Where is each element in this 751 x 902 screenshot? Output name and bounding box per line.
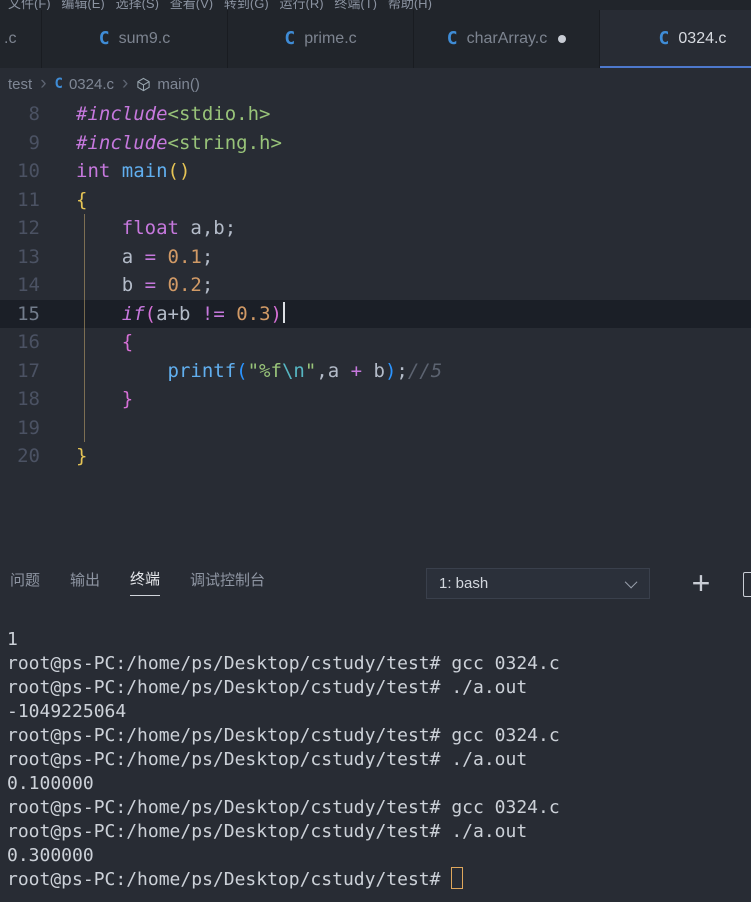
terminal-line: root@ps-PC:/home/ps/Desktop/cstudy/test# — [7, 867, 751, 892]
line-number: 10 — [17, 160, 40, 182]
terminal-line: root@ps-PC:/home/ps/Desktop/cstudy/test#… — [7, 749, 528, 770]
symbol-method-icon — [136, 77, 151, 92]
tab-0324[interactable]: C 0324.c — [600, 10, 751, 68]
line-number: 17 — [17, 359, 40, 382]
c-file-icon: C — [284, 28, 296, 49]
code-content: int main() — [76, 160, 191, 182]
split-terminal-icon[interactable] — [743, 572, 751, 597]
editor-line[interactable]: 18 } — [0, 385, 751, 414]
breadcrumb: test › C 0324.c › main() — [0, 68, 751, 100]
line-number: 20 — [17, 445, 40, 467]
c-file-icon: C — [98, 28, 110, 49]
code-content: { — [121, 331, 134, 353]
line-number: 19 — [17, 416, 40, 439]
terminal-line: root@ps-PC:/home/ps/Desktop/cstudy/test#… — [7, 797, 560, 818]
terminal-line: root@ps-PC:/home/ps/Desktop/cstudy/test#… — [7, 725, 560, 746]
terminal-line: root@ps-PC:/home/ps/Desktop/cstudy/test#… — [7, 653, 560, 674]
tab-bar: .c Csum9.c Cprime.c CcharArray.c C 0324.c — [0, 10, 751, 68]
panel-tabs: 问题 输出 终端 调试控制台 — [0, 568, 265, 596]
panel-tab-problems[interactable]: 问题 — [10, 569, 40, 596]
code-content: { — [76, 188, 88, 211]
code-content: a = 0.1; — [76, 245, 214, 268]
editor-line[interactable]: 10 int main() — [0, 157, 751, 186]
terminal-output[interactable]: 1 root@ps-PC:/home/ps/Desktop/cstudy/test… — [7, 628, 751, 902]
c-file-icon: C — [658, 28, 670, 49]
c-file-icon: C — [446, 28, 458, 49]
line-number: 15 — [17, 302, 40, 325]
tab-label: .c — [4, 30, 17, 47]
tab-label: prime.c — [304, 30, 357, 47]
panel-tab-output[interactable]: 输出 — [70, 569, 100, 596]
code-content: if(a+b != 0.3) — [40, 300, 285, 329]
editor-line[interactable]: 9 #include<string.h> — [0, 129, 751, 158]
terminal-cursor — [451, 867, 464, 889]
line-number: 12 — [17, 217, 40, 239]
terminal-line: 0.100000 — [7, 773, 94, 794]
terminal-line: root@ps-PC:/home/ps/Desktop/cstudy/test#… — [7, 821, 528, 842]
breadcrumb-label: 0324.c — [68, 75, 114, 93]
breadcrumb-label: main() — [157, 75, 200, 93]
modified-indicator — [558, 35, 567, 43]
tab-clipped[interactable]: .c — [0, 10, 42, 68]
editor-line[interactable]: 16 { — [0, 328, 751, 357]
editor-line[interactable]: 11 { — [0, 186, 751, 215]
chevron-down-icon — [624, 575, 638, 589]
tab-label: sum9.c — [118, 30, 171, 47]
line-number: 8 — [28, 103, 40, 125]
editor-line[interactable]: 13 a = 0.1; — [0, 243, 751, 272]
breadcrumb-item-0[interactable]: test — [8, 76, 32, 93]
line-number: 16 — [17, 331, 40, 353]
new-terminal-button[interactable]: + — [684, 562, 718, 604]
editor-line[interactable]: 15 if(a+b != 0.3) — [0, 299, 751, 329]
chevron-right-icon: › — [122, 72, 129, 94]
title-bar: 文件(F) 编辑(E) 选择(S) 查看(V) 转到(G) 运行(R) 终端(T… — [0, 0, 751, 10]
line-number: 18 — [17, 388, 40, 410]
tab-sum9[interactable]: Csum9.c — [42, 10, 228, 68]
panel-tab-terminal[interactable]: 终端 — [130, 568, 161, 596]
tab-prime[interactable]: Cprime.c — [228, 10, 414, 68]
terminal-line: root@ps-PC:/home/ps/Desktop/cstudy/test#… — [7, 677, 528, 698]
panel-tab-debug-console[interactable]: 调试控制台 — [190, 569, 265, 596]
editor-line[interactable]: 14 b = 0.2; — [0, 271, 751, 300]
tab-chararray[interactable]: CcharArray.c — [414, 10, 600, 68]
line-number: 14 — [17, 274, 40, 296]
line-number: 9 — [28, 131, 40, 154]
code-content: } — [121, 388, 134, 410]
code-content — [40, 414, 76, 443]
shell-select[interactable]: 1: bash — [426, 568, 650, 599]
code-content: printf("%f\n",a + b);//5 — [167, 359, 443, 382]
editor-line[interactable]: 17 printf("%f\n",a + b);//5 — [0, 357, 751, 386]
code-content: b = 0.2; — [76, 274, 214, 296]
text-cursor — [283, 301, 285, 323]
editor-line[interactable]: 8 #include<stdio.h> — [0, 100, 751, 129]
line-number: 11 — [17, 188, 40, 211]
code-content: #include<string.h> — [76, 131, 282, 154]
editor-line[interactable]: 12 float a,b; — [0, 214, 751, 243]
c-file-icon: C — [54, 76, 63, 92]
menu-bar-clipped: 文件(F) 编辑(E) 选择(S) 查看(V) 转到(G) 运行(R) 终端(T… — [8, 0, 432, 10]
breadcrumb-label: test — [8, 75, 33, 93]
code-content: #include<stdio.h> — [76, 103, 271, 125]
terminal-line: -1049225064 — [7, 701, 127, 722]
line-number: 13 — [17, 245, 40, 268]
breadcrumb-item-2[interactable]: main() — [136, 76, 200, 93]
terminal-line: 1 — [7, 629, 18, 650]
code-content: float a,b; — [121, 217, 237, 239]
editor-line[interactable]: 19 — [0, 414, 751, 443]
chevron-right-icon: › — [40, 72, 47, 94]
tab-label: 0324.c — [678, 30, 727, 47]
indent-guide — [84, 214, 85, 442]
editor-line[interactable]: 20} — [0, 442, 751, 471]
tab-label: charArray.c — [466, 30, 548, 47]
editor-lines: 8 #include<stdio.h> 9 #include<string.h> 10 i… — [0, 100, 751, 471]
code-editor[interactable]: 8 #include<stdio.h> 9 #include<string.h> 10 i… — [0, 100, 751, 560]
terminal-line: 0.300000 — [7, 845, 94, 866]
code-content: } — [76, 445, 88, 467]
shell-select-value: 1: bash — [439, 575, 489, 592]
breadcrumb-item-1[interactable]: C 0324.c — [55, 76, 114, 93]
